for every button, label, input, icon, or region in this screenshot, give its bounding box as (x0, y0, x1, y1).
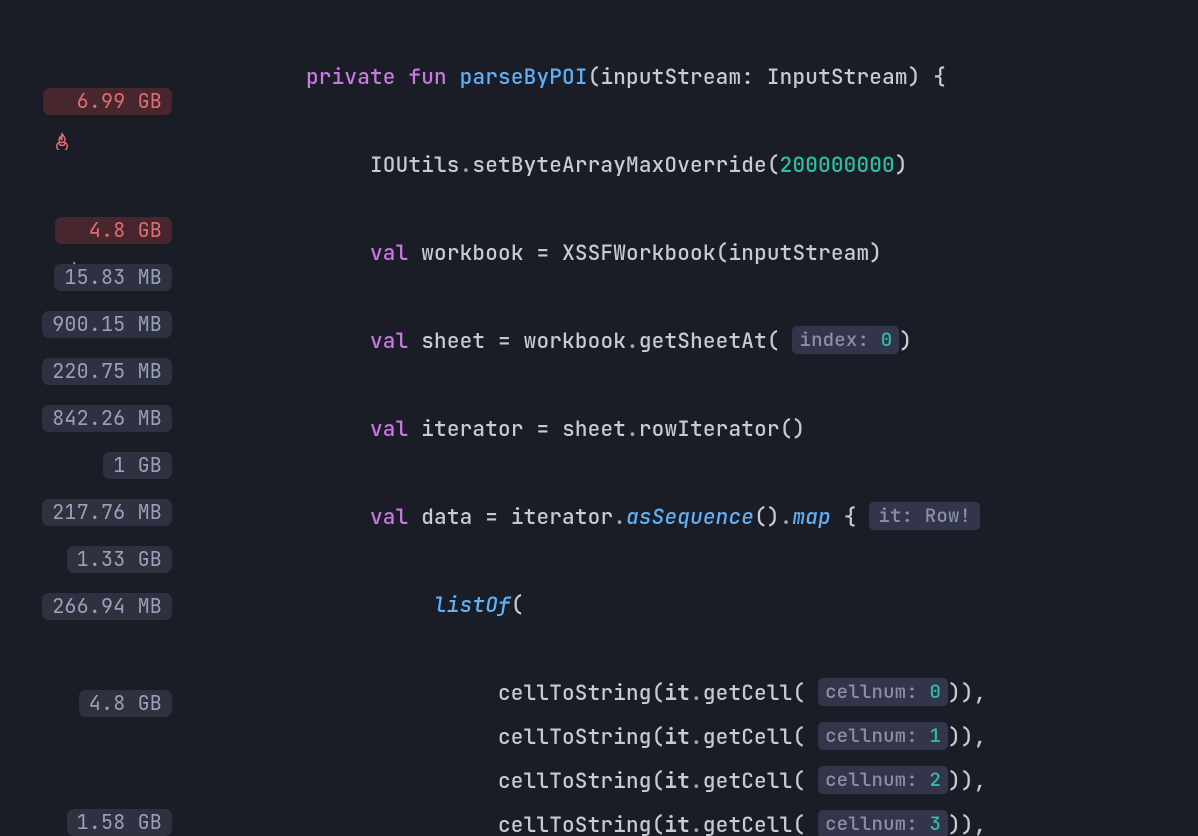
method: getCell (703, 724, 793, 751)
memory-pill-hot[interactable]: 4.8 GB (55, 217, 172, 244)
type: InputStream (767, 64, 908, 91)
param: inputStream (600, 64, 741, 91)
method: getCell (703, 768, 793, 795)
code-line: val iterator = sheet.rowIterator() (178, 408, 1198, 452)
keyword: private (306, 64, 396, 91)
extension-fn: asSequence (626, 504, 754, 531)
memory-value: 4.8 GB (89, 220, 162, 240)
hint-label: index: (799, 327, 869, 352)
memory-pill[interactable]: 900.15 MB (42, 311, 172, 338)
code-line: cellToString(it.getCell( cellnum: 0)), (178, 672, 1198, 716)
parameter-hint: cellnum: 3 (818, 810, 948, 836)
identifier: sheet (421, 328, 485, 355)
code-line: cellToString(it.getCell( cellnum: 2)), (178, 760, 1198, 804)
function-call: cellToString (498, 724, 652, 751)
code-editor[interactable]: private fun parseByPOI(inputStream: Inpu… (178, 0, 1198, 836)
keyword: fun (408, 64, 446, 91)
identifier: sheet (562, 416, 626, 443)
fire-icon (65, 221, 83, 239)
identifier: workbook (421, 240, 523, 267)
memory-pill-hot[interactable]: 6.99 GB (43, 88, 172, 115)
code-line: cellToString(it.getCell( cellnum: 3)), (178, 804, 1198, 836)
code-line: cellToString(it.getCell( cellnum: 1)), (178, 716, 1198, 760)
app-root: 6.99 GB 4.8 GB 15.83 MB 900.15 MB 220.75… (0, 0, 1198, 836)
implicit-it: it (664, 680, 690, 707)
memory-gutter: 6.99 GB 4.8 GB 15.83 MB 900.15 MB 220.75… (0, 0, 178, 836)
identifier: inputStream (728, 240, 869, 267)
code-line: val data = iterator.asSequence().map { i… (178, 496, 1198, 540)
method: setByteArrayMaxOverride (472, 152, 766, 179)
identifier: workbook (524, 328, 626, 355)
keyword: val (370, 504, 408, 531)
keyword: val (370, 416, 408, 443)
memory-pill[interactable]: 1 GB (103, 452, 172, 479)
identifier: iterator (421, 416, 523, 443)
memory-pill[interactable]: 842.26 MB (42, 405, 172, 432)
hint-value: 0 (881, 327, 893, 352)
object: IOUtils (370, 152, 460, 179)
code-line: val workbook = XSSFWorkbook(inputStream) (178, 232, 1198, 276)
memory-pill[interactable]: 217.76 MB (42, 499, 172, 526)
memory-pill[interactable]: 1.33 GB (67, 546, 172, 573)
extension-fn: map (793, 504, 831, 531)
memory-value: 6.99 GB (77, 91, 162, 111)
method: getSheetAt (639, 328, 767, 355)
parameter-hint: cellnum: 1 (818, 722, 948, 750)
code-line: val sheet = workbook.getSheetAt( index: … (178, 320, 1198, 364)
memory-pill[interactable]: 15.83 MB (54, 264, 172, 291)
method: getCell (703, 680, 793, 707)
method: rowIterator (639, 416, 780, 443)
code-line: IOUtils.setByteArrayMaxOverride(20000000… (178, 144, 1198, 188)
method: getCell (703, 812, 793, 836)
parameter-hint: index: 0 (792, 326, 899, 354)
function-call: cellToString (498, 768, 652, 795)
implicit-it: it (664, 724, 690, 751)
keyword: val (370, 240, 408, 267)
identifier: iterator (511, 504, 613, 531)
code-line: private fun parseByPOI(inputStream: Inpu… (178, 56, 1198, 100)
parameter-hint: cellnum: 2 (818, 766, 948, 794)
constructor: XSSFWorkbook (562, 240, 716, 267)
parameter-hint: cellnum: 0 (818, 678, 948, 706)
memory-pill[interactable]: 220.75 MB (42, 358, 172, 385)
memory-pill[interactable]: 1.58 GB (67, 809, 172, 836)
number-literal: 200000000 (780, 152, 895, 179)
memory-pill[interactable]: 266.94 MB (42, 593, 172, 620)
identifier: data (421, 504, 472, 531)
implicit-it: it (664, 812, 690, 836)
fire-icon (53, 92, 71, 110)
implicit-it: it (664, 768, 690, 795)
keyword: val (370, 328, 408, 355)
lambda-hint: it: Row! (869, 502, 980, 530)
builder-fn: listOf (434, 592, 511, 619)
function-name: parseByPOI (460, 64, 588, 91)
function-call: cellToString (498, 812, 652, 836)
code-line: listOf( (178, 584, 1198, 628)
function-call: cellToString (498, 680, 652, 707)
memory-pill[interactable]: 4.8 GB (79, 690, 172, 717)
